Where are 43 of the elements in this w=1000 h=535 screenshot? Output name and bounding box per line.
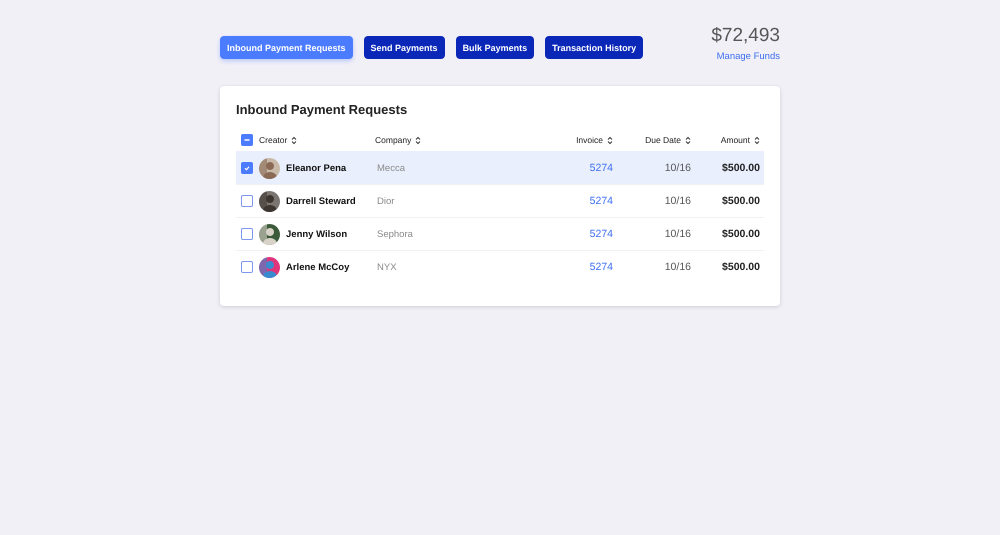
sort-icon[interactable]: [754, 136, 760, 144]
company-name: Sephora: [376, 228, 414, 240]
creator-name: Arlene McCoy: [286, 262, 350, 272]
column-header: Due Date: [645, 135, 681, 145]
invoice-link[interactable]: 5274: [590, 228, 613, 240]
sort-icon[interactable]: [415, 136, 422, 144]
column-header: Company: [375, 135, 412, 145]
tab[interactable]: Inbound Payment Requests: [220, 36, 353, 59]
tab[interactable]: Send Payments: [364, 36, 445, 59]
column-header: Invoice: [576, 135, 603, 145]
due-date: 10/16: [664, 228, 691, 240]
amount: $500.00: [721, 162, 760, 174]
creator-name: Eleanor Pena: [286, 162, 346, 174]
check-icon: [243, 164, 251, 172]
due-date: 10/16: [664, 162, 691, 174]
checkbox[interactable]: [241, 261, 253, 273]
table-title: Inbound Payment Requests: [236, 102, 408, 117]
checkbox[interactable]: [241, 134, 253, 146]
manage-funds-link[interactable]: Manage Funds: [716, 51, 780, 62]
creator-name: Darrell Steward: [286, 196, 356, 206]
invoice-link[interactable]: 5274: [590, 261, 613, 273]
invoice-link[interactable]: 5274: [590, 162, 613, 174]
checkbox[interactable]: [241, 195, 253, 207]
company-name: NYX: [376, 262, 398, 272]
invoice-link[interactable]: 5274: [590, 195, 613, 207]
balance-amount: $72,493: [711, 25, 780, 47]
company-name: Dior: [376, 196, 396, 206]
tab[interactable]: Transaction History: [545, 36, 644, 59]
checkbox[interactable]: [241, 162, 253, 174]
column-header: Creator: [259, 135, 288, 145]
sort-icon[interactable]: [685, 136, 691, 144]
checkbox[interactable]: [241, 228, 253, 240]
amount: $500.00: [721, 228, 760, 240]
tab[interactable]: Bulk Payments: [456, 36, 534, 59]
due-date: 10/16: [664, 261, 691, 273]
creator-name: Jenny Wilson: [286, 228, 348, 240]
due-date: 10/16: [664, 195, 691, 207]
sort-icon[interactable]: [607, 136, 613, 144]
sort-icon[interactable]: [291, 136, 298, 144]
amount: $500.00: [721, 195, 760, 207]
company-name: Mecca: [376, 162, 406, 174]
column-header: Amount: [720, 135, 750, 145]
amount: $500.00: [721, 261, 760, 273]
